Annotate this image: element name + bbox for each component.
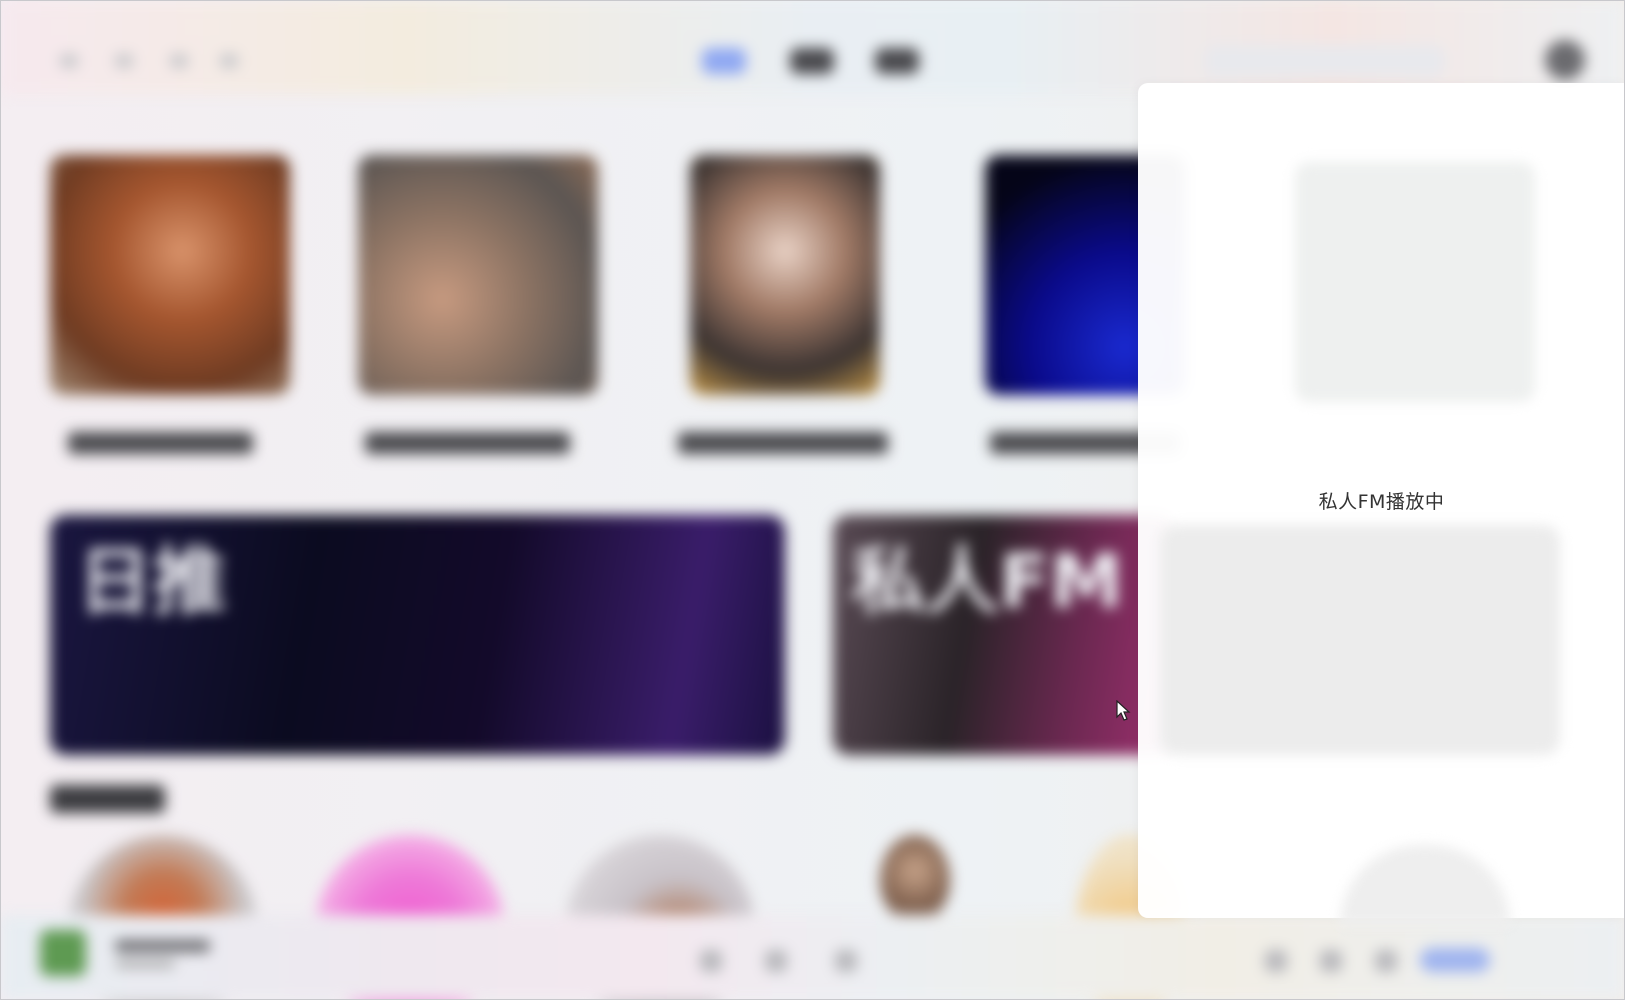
artist-name[interactable]: [678, 432, 888, 454]
app-window: 日推 私人FM 私人FM播放中: [0, 0, 1625, 1000]
mouse-cursor-icon: [1116, 700, 1131, 721]
forward-icon[interactable]: [115, 54, 133, 68]
fm-panel-faded-banner: [1160, 525, 1560, 755]
daily-recommend-banner[interactable]: 日推: [50, 515, 785, 755]
now-playing-title: [115, 940, 210, 952]
tab-home[interactable]: [702, 48, 746, 74]
artist-card[interactable]: [690, 155, 880, 395]
next-icon[interactable]: [835, 950, 857, 972]
fm-banner-logo: 私人FM: [851, 539, 1124, 625]
artist-card[interactable]: [358, 155, 598, 395]
tab-explore[interactable]: [790, 48, 834, 74]
fm-panel-faded-artist: [1295, 162, 1535, 402]
volume-slider[interactable]: [1420, 948, 1490, 972]
avatar[interactable]: [1545, 40, 1585, 80]
artist-name[interactable]: [365, 432, 570, 454]
repeat-icon[interactable]: [1320, 950, 1342, 972]
playlist-icon[interactable]: [1265, 950, 1287, 972]
artist-circle[interactable]: [880, 835, 950, 925]
now-playing-cover[interactable]: [40, 930, 86, 976]
volume-icon[interactable]: [1375, 950, 1397, 972]
home-icon[interactable]: [220, 54, 238, 68]
now-playing-artist: [115, 960, 175, 968]
tab-library[interactable]: [875, 48, 919, 74]
previous-icon[interactable]: [700, 950, 722, 972]
artist-card[interactable]: [50, 155, 290, 395]
search-input[interactable]: [1205, 45, 1445, 77]
fm-playing-status: 私人FM播放中: [1318, 491, 1445, 513]
artist-name[interactable]: [68, 432, 253, 454]
refresh-icon[interactable]: [170, 54, 188, 68]
back-icon[interactable]: [60, 54, 78, 68]
play-pause-icon[interactable]: [765, 950, 787, 972]
section-title: [50, 785, 165, 813]
daily-banner-logo: 日推: [78, 539, 226, 625]
